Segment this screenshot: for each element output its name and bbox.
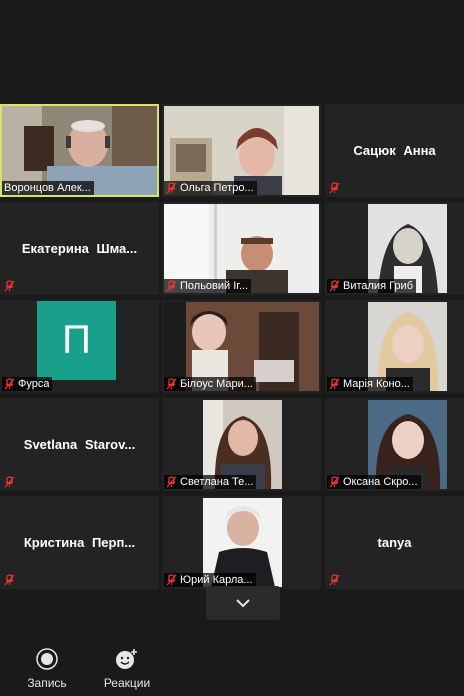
participant-tile-11[interactable]: Оксана Скро... <box>325 398 464 491</box>
participant-tile-6[interactable]: П Фурса <box>0 300 159 393</box>
participant-display-name: Екатерина Шма... <box>21 241 138 256</box>
reactions-label: Реакции <box>103 676 151 690</box>
muted-mic-icon <box>166 378 177 390</box>
muted-mic-icon <box>4 476 15 488</box>
participant-tile-12[interactable]: Кристина Перп... <box>0 496 159 589</box>
muted-mic-icon <box>4 280 15 292</box>
participant-tile-14[interactable]: tanya <box>325 496 464 589</box>
participant-name-label: Оксана Скро... <box>327 475 421 489</box>
participant-name-label: Білоус Мари... <box>164 377 256 391</box>
participant-name-label <box>327 573 343 587</box>
participant-name-label <box>2 475 18 489</box>
show-more-button[interactable] <box>206 586 280 620</box>
participant-tile-7[interactable]: Білоус Мари... <box>162 300 321 393</box>
participant-tile-5[interactable]: Виталия Гриб <box>325 202 464 295</box>
muted-mic-icon <box>166 476 177 488</box>
record-icon <box>36 648 58 670</box>
participant-display-name: tanya <box>377 535 412 550</box>
reaction-icon <box>116 649 137 669</box>
participant-name-label <box>327 181 343 195</box>
muted-mic-icon <box>166 182 177 194</box>
muted-mic-icon <box>329 280 340 292</box>
participant-name-label: Марія Коно... <box>327 377 413 391</box>
participant-tile-10[interactable]: Светлана Те... <box>162 398 321 491</box>
muted-mic-icon <box>166 574 177 586</box>
participant-tile-9[interactable]: Svetlana Starov... <box>0 398 159 491</box>
participant-name-label <box>2 573 18 587</box>
participant-name-label: Светлана Те... <box>164 475 257 489</box>
participant-tile-8[interactable]: Марія Коно... <box>325 300 464 393</box>
participant-name-label <box>2 279 18 293</box>
muted-mic-icon <box>329 574 340 586</box>
participant-name-label: Ольга Петро... <box>164 181 257 195</box>
participant-tile-1[interactable]: Ольга Петро... <box>162 104 321 197</box>
participant-avatar: П <box>37 301 116 380</box>
participant-tile-4[interactable]: Польовий Іг... <box>162 202 321 295</box>
muted-mic-icon <box>4 574 15 586</box>
participant-display-name: Svetlana Starov... <box>23 437 136 452</box>
chevron-down-icon <box>236 599 250 608</box>
participant-name-label: Юрий Карла... <box>164 573 256 587</box>
participant-name-label: Польовий Іг... <box>164 279 252 293</box>
record-label: Запись <box>27 676 67 690</box>
record-button[interactable]: Запись <box>7 648 87 690</box>
reactions-button[interactable]: Реакции <box>87 648 167 690</box>
participant-tile-13[interactable]: Юрий Карла... <box>162 496 321 589</box>
participant-display-name: Сацюк Анна <box>353 143 436 158</box>
participant-name-label: Фурса <box>2 377 53 391</box>
participant-display-name: Кристина Перп... <box>23 535 136 550</box>
participant-name-label: Виталия Гриб <box>327 279 416 293</box>
participant-name-label: Воронцов Алек... <box>2 181 94 195</box>
muted-mic-icon <box>166 280 177 292</box>
muted-mic-icon <box>329 182 340 194</box>
participant-tile-0[interactable]: Воронцов Алек... <box>0 104 159 197</box>
participant-tile-3[interactable]: Екатерина Шма... <box>0 202 159 295</box>
muted-mic-icon <box>329 476 340 488</box>
participant-tile-2[interactable]: Сацюк Анна <box>325 104 464 197</box>
muted-mic-icon <box>329 378 340 390</box>
muted-mic-icon <box>4 378 15 390</box>
